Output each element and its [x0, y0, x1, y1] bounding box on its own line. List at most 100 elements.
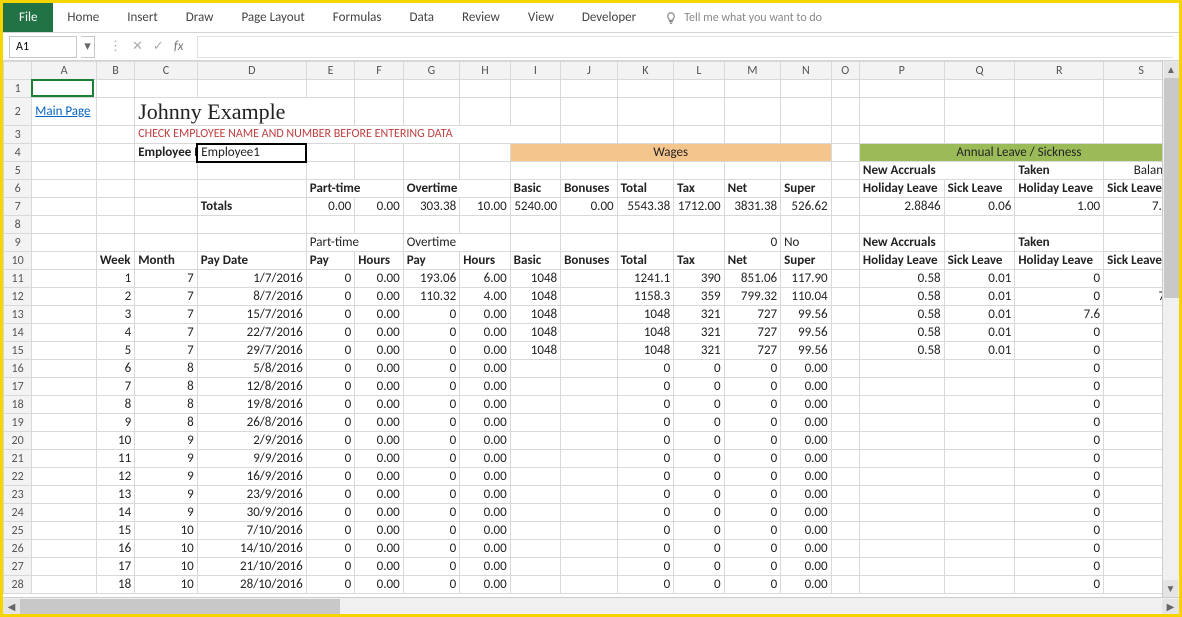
- data-ptpay[interactable]: 0: [306, 450, 354, 468]
- data-total[interactable]: 0: [617, 468, 674, 486]
- cell[interactable]: [674, 126, 724, 144]
- data-super[interactable]: 0.00: [781, 540, 831, 558]
- data-ptpay[interactable]: 0: [306, 396, 354, 414]
- totals-sick-acc[interactable]: 0.06: [944, 198, 1015, 216]
- data-othours[interactable]: 0.00: [460, 342, 510, 360]
- warning-text[interactable]: CHECK EMPLOYEE NAME AND NUMBER BEFORE EN…: [135, 126, 561, 144]
- data-pthours[interactable]: 0.00: [355, 576, 403, 594]
- data-super[interactable]: 0.00: [781, 414, 831, 432]
- no-cell[interactable]: No: [781, 234, 831, 252]
- cell[interactable]: [561, 98, 618, 126]
- data-basic[interactable]: [510, 468, 560, 486]
- data-paydate[interactable]: 21/10/2016: [197, 558, 306, 576]
- data-net[interactable]: 0: [724, 414, 781, 432]
- data-pthours[interactable]: 0.00: [355, 414, 403, 432]
- data-basic[interactable]: 1048: [510, 342, 560, 360]
- data-pthours[interactable]: 0.00: [355, 288, 403, 306]
- data-holiday-taken[interactable]: 0: [1015, 342, 1104, 360]
- cell[interactable]: [831, 324, 859, 342]
- data-bonuses[interactable]: [561, 270, 618, 288]
- data-total[interactable]: 1241.1: [617, 270, 674, 288]
- data-holiday-acc[interactable]: 0.58: [859, 270, 944, 288]
- data-paydate[interactable]: 2/9/2016: [197, 432, 306, 450]
- cell[interactable]: [859, 80, 944, 98]
- cell[interactable]: [32, 486, 97, 504]
- cell[interactable]: [135, 216, 198, 234]
- col-header-A[interactable]: A: [32, 62, 97, 80]
- cell[interactable]: [859, 126, 944, 144]
- col-header-M[interactable]: M: [724, 62, 781, 80]
- cell[interactable]: [197, 180, 306, 198]
- data-total[interactable]: 0: [617, 522, 674, 540]
- total-header[interactable]: Total: [617, 180, 674, 198]
- cell[interactable]: [831, 432, 859, 450]
- totals-pt-hours[interactable]: 0.00: [355, 198, 403, 216]
- data-week[interactable]: 6: [96, 360, 134, 378]
- cell[interactable]: [403, 80, 460, 98]
- data-month[interactable]: 7: [135, 342, 198, 360]
- cell[interactable]: [561, 80, 618, 98]
- row-header-25[interactable]: 25: [4, 522, 32, 540]
- pay-col[interactable]: Pay: [306, 252, 354, 270]
- vertical-scrollbar[interactable]: ▲ ▼: [1162, 61, 1179, 597]
- cell[interactable]: [831, 306, 859, 324]
- cell[interactable]: [831, 252, 859, 270]
- data-month[interactable]: 10: [135, 522, 198, 540]
- data-super[interactable]: 0.00: [781, 450, 831, 468]
- data-pthours[interactable]: 0.00: [355, 468, 403, 486]
- row-header-28[interactable]: 28: [4, 576, 32, 594]
- cell[interactable]: [831, 522, 859, 540]
- data-ptpay[interactable]: 0: [306, 360, 354, 378]
- cell[interactable]: [617, 98, 674, 126]
- data-holiday-taken[interactable]: 0: [1015, 450, 1104, 468]
- data-othours[interactable]: 0.00: [460, 306, 510, 324]
- total-col[interactable]: Total: [617, 252, 674, 270]
- data-week[interactable]: 7: [96, 378, 134, 396]
- data-basic[interactable]: [510, 414, 560, 432]
- data-sick-acc[interactable]: [944, 378, 1015, 396]
- data-holiday-taken[interactable]: 0: [1015, 522, 1104, 540]
- row-header-6[interactable]: 6: [4, 180, 32, 198]
- cell[interactable]: [831, 180, 859, 198]
- totals-net[interactable]: 3831.38: [724, 198, 781, 216]
- data-month[interactable]: 10: [135, 540, 198, 558]
- row-header-22[interactable]: 22: [4, 468, 32, 486]
- ribbon-tab-view[interactable]: View: [514, 3, 568, 32]
- data-othours[interactable]: 0.00: [460, 324, 510, 342]
- scroll-left-icon[interactable]: ◀: [3, 599, 20, 614]
- data-pthours[interactable]: 0.00: [355, 342, 403, 360]
- data-sick-acc[interactable]: [944, 360, 1015, 378]
- hours-col[interactable]: Hours: [355, 252, 403, 270]
- data-net[interactable]: 727: [724, 324, 781, 342]
- cell[interactable]: [32, 360, 97, 378]
- data-tax[interactable]: 0: [674, 576, 724, 594]
- cell[interactable]: [96, 234, 134, 252]
- cell[interactable]: [355, 80, 403, 98]
- data-holiday-taken[interactable]: 7.6: [1015, 306, 1104, 324]
- data-pthours[interactable]: 0.00: [355, 540, 403, 558]
- new-accruals-sub[interactable]: New Accruals: [859, 234, 944, 252]
- data-tax[interactable]: 0: [674, 522, 724, 540]
- data-tax[interactable]: 0: [674, 540, 724, 558]
- hours-col-2[interactable]: Hours: [460, 252, 510, 270]
- new-accruals-label[interactable]: New Accruals: [859, 162, 1014, 180]
- data-basic[interactable]: 1048: [510, 270, 560, 288]
- data-holiday-taken[interactable]: 0: [1015, 504, 1104, 522]
- data-paydate[interactable]: 22/7/2016: [197, 324, 306, 342]
- data-total[interactable]: 0: [617, 396, 674, 414]
- data-pthours[interactable]: 0.00: [355, 396, 403, 414]
- cell[interactable]: [831, 414, 859, 432]
- cell[interactable]: [355, 216, 403, 234]
- data-week[interactable]: 8: [96, 396, 134, 414]
- data-ptpay[interactable]: 0: [306, 288, 354, 306]
- cell[interactable]: [32, 252, 97, 270]
- data-tax[interactable]: 321: [674, 324, 724, 342]
- name-box-dropdown[interactable]: ▾: [81, 36, 95, 58]
- data-week[interactable]: 5: [96, 342, 134, 360]
- data-net[interactable]: 0: [724, 450, 781, 468]
- col-header-D[interactable]: D: [197, 62, 306, 80]
- cell[interactable]: [724, 216, 781, 234]
- cell[interactable]: [510, 80, 560, 98]
- data-basic[interactable]: [510, 486, 560, 504]
- data-bonuses[interactable]: [561, 504, 618, 522]
